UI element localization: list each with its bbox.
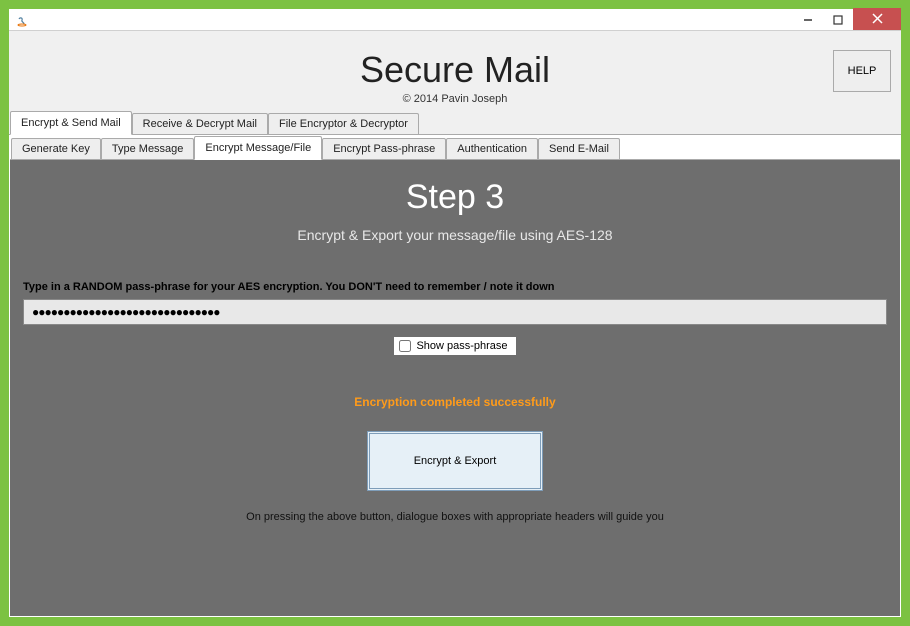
titlebar: [9, 9, 901, 31]
outer-panel: Generate Key Type Message Encrypt Messag…: [9, 135, 901, 617]
copyright: © 2014 Pavin Joseph: [9, 93, 901, 105]
footnote: On pressing the above button, dialogue b…: [15, 511, 895, 523]
header: Secure Mail © 2014 Pavin Joseph HELP: [9, 31, 901, 111]
tab-encrypt-pass-phrase[interactable]: Encrypt Pass-phrase: [322, 138, 446, 159]
outer-tabs: Encrypt & Send Mail Receive & Decrypt Ma…: [9, 111, 901, 135]
show-passphrase-checkbox[interactable]: Show pass-phrase: [394, 337, 515, 355]
app-window: Secure Mail © 2014 Pavin Joseph HELP Enc…: [9, 9, 901, 617]
passphrase-input[interactable]: [23, 299, 887, 325]
tab-receive-decrypt-mail[interactable]: Receive & Decrypt Mail: [132, 113, 268, 134]
help-button[interactable]: HELP: [833, 50, 891, 92]
show-passphrase-label: Show pass-phrase: [416, 340, 507, 352]
step-title: Step 3: [15, 178, 895, 217]
instruction-text: Type in a RANDOM pass-phrase for your AE…: [15, 281, 895, 299]
encrypt-export-button[interactable]: Encrypt & Export: [367, 431, 543, 491]
app-title: Secure Mail: [9, 49, 901, 91]
minimize-button[interactable]: [793, 10, 823, 30]
close-button[interactable]: [853, 8, 901, 30]
java-icon: [14, 12, 30, 28]
status-message: Encryption completed successfully: [15, 395, 895, 409]
tab-send-email[interactable]: Send E-Mail: [538, 138, 620, 159]
content-panel: Step 3 Encrypt & Export your message/fil…: [10, 160, 900, 616]
tab-encrypt-send-mail[interactable]: Encrypt & Send Mail: [10, 111, 132, 135]
tab-file-encryptor-decryptor[interactable]: File Encryptor & Decryptor: [268, 113, 419, 134]
tab-encrypt-message-file[interactable]: Encrypt Message/File: [194, 136, 322, 160]
show-passphrase-box[interactable]: [399, 340, 411, 352]
tab-generate-key[interactable]: Generate Key: [11, 138, 101, 159]
tab-type-message[interactable]: Type Message: [101, 138, 195, 159]
step-subtitle: Encrypt & Export your message/file using…: [15, 227, 895, 243]
inner-tabs: Generate Key Type Message Encrypt Messag…: [10, 136, 900, 160]
maximize-button[interactable]: [823, 10, 853, 30]
tab-authentication[interactable]: Authentication: [446, 138, 538, 159]
